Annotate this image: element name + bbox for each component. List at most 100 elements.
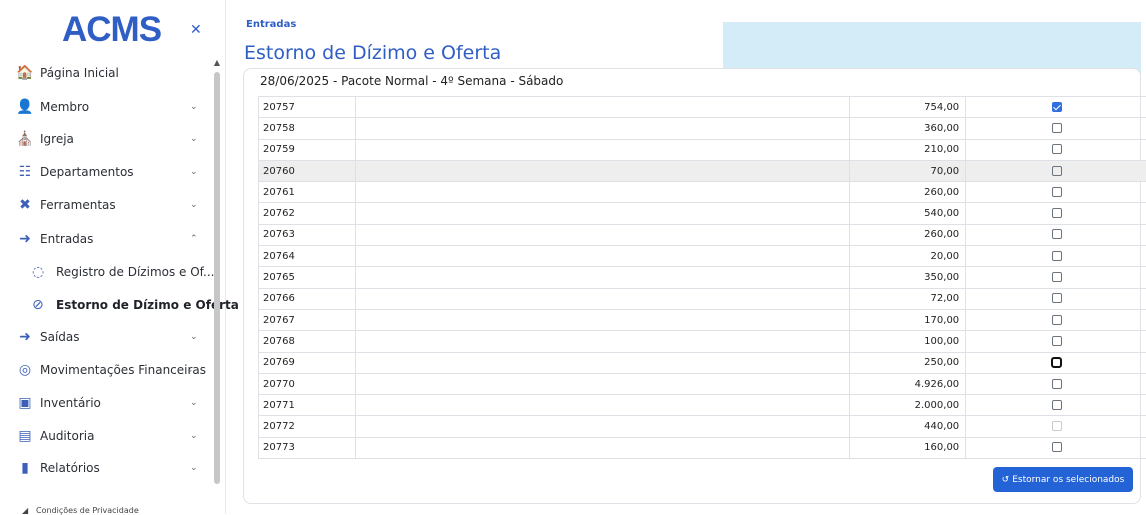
row-id: 20764 [259, 246, 356, 267]
sidebar-item-label: Movimentações Financeiras [40, 363, 206, 377]
app-logo[interactable]: ACMS [62, 10, 161, 50]
scrollbar-thumb[interactable] [214, 72, 220, 484]
row-id: 20770 [259, 373, 356, 394]
table-row[interactable]: 207712.000,00 [259, 395, 1146, 416]
row-id: 20762 [259, 203, 356, 224]
row-checkbox[interactable] [1052, 102, 1062, 112]
main-content: Entradas Estorno de Dízimo e Oferta 28/0… [226, 0, 1146, 514]
row-description [545, 416, 850, 437]
breadcrumb[interactable]: Entradas [246, 19, 296, 30]
chevron-down-icon: ⌄ [190, 398, 198, 408]
chevron-down-icon: ⌄ [190, 102, 198, 112]
table-row[interactable]: 20765350,00 [259, 267, 1146, 288]
row-value: 100,00 [850, 331, 966, 352]
row-checkbox[interactable] [1052, 336, 1062, 346]
table-row[interactable]: 20760 70,00 [259, 160, 1146, 181]
row-checkbox[interactable] [1052, 208, 1062, 218]
row-checkbox[interactable] [1052, 123, 1062, 133]
row-value: 250,00 [850, 352, 966, 373]
scroll-up-icon[interactable]: ▲ [212, 58, 222, 67]
sidebar: ACMS ✕ 🏠 Página Inicial 👤 Membro ⌄ ⛪ Igr… [0, 0, 226, 514]
table-row[interactable]: 20768100,00 [259, 331, 1146, 352]
row-select-cell [966, 331, 1146, 352]
sidebar-item-membro[interactable]: 👤 Membro ⌄ [0, 92, 210, 122]
sidebar-item-relatorios[interactable]: ▮ Relatórios ⌄ [0, 453, 210, 483]
ban-icon: ⊘ [32, 297, 44, 313]
sidebar-item-igreja[interactable]: ⛪ Igreja ⌄ [0, 124, 210, 154]
chart-icon: ▮ [16, 460, 34, 476]
row-description [545, 182, 850, 203]
row-id: 20758 [259, 118, 356, 139]
row-checkbox [1052, 421, 1062, 431]
row-checkbox[interactable] [1052, 293, 1062, 303]
row-checkbox[interactable] [1052, 379, 1062, 389]
sidebar-item-departamentos[interactable]: ☷ Departamentos ⌄ [0, 157, 210, 187]
row-checkbox[interactable] [1052, 272, 1062, 282]
sidebar-item-saidas[interactable]: ➜ Saídas ⌄ [0, 322, 210, 352]
row-description [545, 309, 850, 330]
row-checkbox[interactable] [1052, 400, 1062, 410]
row-value: 754,00 [850, 97, 966, 118]
table-row[interactable]: 20762540,00 [259, 203, 1146, 224]
row-name [355, 416, 545, 437]
coins-icon: ◎ [16, 362, 34, 378]
table-row[interactable]: 2076420,00 [259, 246, 1146, 267]
row-checkbox[interactable] [1052, 251, 1062, 261]
row-value: 440,00 [850, 416, 966, 437]
table-row[interactable]: 2076672,00 [259, 288, 1146, 309]
row-name [355, 246, 545, 267]
tools-icon: ✖ [16, 197, 34, 213]
row-name [355, 331, 545, 352]
sidebar-item-movimentacoes[interactable]: ◎ Movimentações Financeiras ⌄ [0, 355, 210, 385]
table-row[interactable]: 20761260,00 [259, 182, 1146, 203]
user-icon: 👤 [16, 99, 34, 115]
sidebar-item-label: Membro [40, 100, 89, 114]
row-select-cell [966, 437, 1146, 458]
table-row[interactable]: 20772440,00 [259, 416, 1146, 437]
table-row[interactable]: 207704.926,00 [259, 373, 1146, 394]
table-row[interactable]: 20763260,00 [259, 224, 1146, 245]
sidebar-item-ferramentas[interactable]: ✖ Ferramentas ⌄ [0, 190, 210, 220]
row-checkbox[interactable] [1052, 315, 1062, 325]
row-select-cell [966, 352, 1146, 373]
row-name [355, 118, 545, 139]
row-checkbox[interactable] [1052, 442, 1062, 452]
row-description [545, 203, 850, 224]
unpin-icon[interactable]: ✕ [190, 22, 202, 38]
row-checkbox[interactable] [1052, 229, 1062, 239]
sidebar-item-auditoria[interactable]: ▤ Auditoria ⌄ [0, 421, 210, 451]
sidebar-item-entradas[interactable]: ➜ Entradas ⌃ [0, 224, 210, 254]
sidebar-item-label: Saídas [40, 330, 80, 344]
row-name [355, 182, 545, 203]
table-row[interactable]: 20758360,00 [259, 118, 1146, 139]
table-row[interactable]: 20759210,00 [259, 139, 1146, 160]
sidebar-item-pagina-inicial[interactable]: 🏠 Página Inicial [0, 58, 210, 88]
row-checkbox[interactable] [1052, 166, 1062, 176]
row-checkbox[interactable] [1051, 357, 1062, 368]
row-id: 20760 [259, 160, 356, 181]
row-id: 20766 [259, 288, 356, 309]
chevron-down-icon: ⌄ [190, 463, 198, 473]
row-description [545, 246, 850, 267]
sign-in-icon: ➜ [16, 231, 34, 247]
row-select-cell [966, 118, 1146, 139]
table-row[interactable]: 20757754,00 [259, 97, 1146, 118]
row-checkbox[interactable] [1052, 144, 1062, 154]
sidebar-item-label: Auditoria [40, 429, 94, 443]
sidebar-subitem-registro[interactable]: ◌ Registro de Dízimos e Of... [0, 257, 210, 287]
pacote-card: 28/06/2025 - Pacote Normal - 4º Semana -… [243, 68, 1141, 504]
table-row[interactable]: 20769250,00 [259, 352, 1146, 373]
table-row[interactable]: 20767170,00 [259, 309, 1146, 330]
sidebar-scrollbar[interactable]: ▲ [212, 58, 222, 514]
table-row[interactable]: 20773160,00 [259, 437, 1146, 458]
row-name [355, 395, 545, 416]
row-checkbox[interactable] [1052, 187, 1062, 197]
sidebar-item-label: Ferramentas [40, 198, 116, 212]
sidebar-subitem-estorno[interactable]: ⊘ Estorno de Dízimo e Oferta [0, 290, 210, 320]
sidebar-item-inventario[interactable]: ▣ Inventário ⌄ [0, 388, 210, 418]
row-id: 20765 [259, 267, 356, 288]
estornar-button[interactable]: ↺ Estornar os selecionados [993, 467, 1133, 492]
chevron-down-icon: ⌄ [190, 134, 198, 144]
row-select-cell [966, 97, 1146, 118]
row-value: 70,00 [850, 160, 966, 181]
